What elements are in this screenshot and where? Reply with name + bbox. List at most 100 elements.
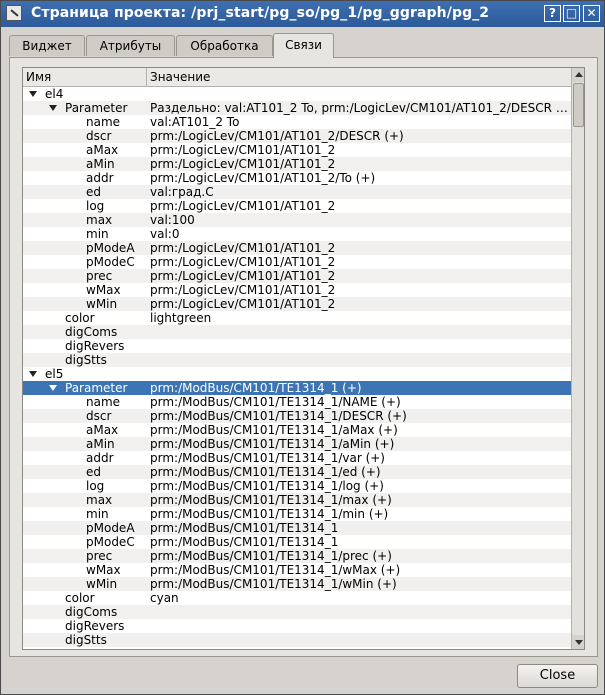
tree-row[interactable]: pModeA prm:/ModBus/CM101/TE1314_1 <box>23 521 571 535</box>
tree-row[interactable]: digRevers <box>23 339 571 353</box>
tree-row[interactable]: dscr prm:/LogicLev/CM101/AT101_2/DESCR (+… <box>23 129 571 143</box>
tree-row-value: prm:/ModBus/CM101/TE1314_1 (+) <box>150 381 362 395</box>
column-header-name[interactable]: Имя <box>23 68 147 86</box>
tree-row[interactable]: digStts <box>23 353 571 367</box>
scroll-down-icon[interactable] <box>572 635 584 649</box>
triangle-down-icon[interactable] <box>29 91 37 97</box>
tree-row-value: prm:/LogicLev/CM101/AT101_2 <box>150 241 336 255</box>
project-page-dialog: Страница проекта: /prj_start/pg_so/pg_1/… <box>0 0 605 695</box>
tree-row-name: Parameter <box>65 101 128 115</box>
tree-row[interactable]: dscr prm:/ModBus/CM101/TE1314_1/DESCR (+) <box>23 409 571 423</box>
tree-row[interactable]: digComs <box>23 605 571 619</box>
tree-row[interactable]: aMin prm:/LogicLev/CM101/AT101_2 <box>23 157 571 171</box>
scrollbar-thumb[interactable] <box>573 83 584 127</box>
tree-row[interactable]: color lightgreen <box>23 311 571 325</box>
tree-row-name: color <box>65 591 95 605</box>
tree-row-name: max <box>86 213 113 227</box>
tree-row-value: prm:/ModBus/CM101/TE1314_1/wMax (+) <box>150 563 401 577</box>
tree-row-name: digStts <box>65 353 107 367</box>
tree-row[interactable]: addr prm:/ModBus/CM101/TE1314_1/var (+) <box>23 451 571 465</box>
tree-row[interactable]: Parameter Раздельно: val:AT101_2 To, prm:… <box>23 101 571 115</box>
tree-row-name: aMin <box>86 157 115 171</box>
help-button[interactable]: ? <box>544 5 561 22</box>
tree-row[interactable]: aMin prm:/ModBus/CM101/TE1314_1/aMin (+) <box>23 437 571 451</box>
tree-row-value: prm:/LogicLev/CM101/AT101_2 <box>150 199 336 213</box>
tree-row[interactable]: min val:0 <box>23 227 571 241</box>
tree-row[interactable]: wMax prm:/ModBus/CM101/TE1314_1/wMax (+) <box>23 563 571 577</box>
tree-row[interactable]: digStts <box>23 633 571 647</box>
tree-row[interactable]: addr prm:/LogicLev/CM101/AT101_2/To (+) <box>23 171 571 185</box>
tree-row-value: val:0 <box>150 227 180 241</box>
tree-row-value: prm:/ModBus/CM101/TE1314_1/wMin (+) <box>150 577 397 591</box>
tree-row[interactable]: log prm:/LogicLev/CM101/AT101_2 <box>23 199 571 213</box>
column-header-value[interactable]: Значение <box>147 68 571 86</box>
tree-row[interactable]: prec prm:/ModBus/CM101/TE1314_1/prec (+) <box>23 549 571 563</box>
tree-row-name: wMax <box>86 283 121 297</box>
tree-row[interactable]: max prm:/ModBus/CM101/TE1314_1/max (+) <box>23 493 571 507</box>
tree-row-name: prec <box>86 549 113 563</box>
tree-row-name: ed <box>86 465 101 479</box>
tree-row[interactable]: aMax prm:/LogicLev/CM101/AT101_2 <box>23 143 571 157</box>
tree-row[interactable]: wMax prm:/LogicLev/CM101/AT101_2 <box>23 283 571 297</box>
tree-row[interactable]: wMin prm:/ModBus/CM101/TE1314_1/wMin (+) <box>23 577 571 591</box>
tree-row[interactable]: digRevers <box>23 619 571 633</box>
tree-row-name: pModeA <box>86 241 135 255</box>
tree-row-name: wMin <box>86 297 118 311</box>
tree-row[interactable]: pModeC prm:/ModBus/CM101/TE1314_1 <box>23 535 571 549</box>
tab-links[interactable]: Связи <box>273 33 334 58</box>
tree-row-value: prm:/ModBus/CM101/TE1314_1/prec (+) <box>150 549 392 563</box>
tree-row[interactable]: pModeC prm:/LogicLev/CM101/AT101_2 <box>23 255 571 269</box>
tree-row[interactable]: max val:100 <box>23 213 571 227</box>
tree-row-value: prm:/LogicLev/CM101/AT101_2 <box>150 157 336 171</box>
triangle-down-icon[interactable] <box>29 371 37 377</box>
tree-row-name: addr <box>86 171 114 185</box>
close-window-button[interactable]: ✕ <box>583 5 600 22</box>
tree-row[interactable]: Parameter prm:/ModBus/CM101/TE1314_1 (+) <box>23 381 571 395</box>
links-tree-view[interactable]: Имя Значение el4 Parameter Раздельно: val:… <box>22 67 585 650</box>
tree-row-value: prm:/LogicLev/CM101/AT101_2 <box>150 143 336 157</box>
tree-row[interactable]: aMax prm:/ModBus/CM101/TE1314_1/aMax (+) <box>23 423 571 437</box>
tree-row-value: prm:/ModBus/CM101/TE1314_1/aMin (+) <box>150 437 395 451</box>
maximize-button[interactable]: □ <box>563 5 580 22</box>
tab-widget[interactable]: Виджет <box>9 35 85 56</box>
title-bar[interactable]: Страница проекта: /prj_start/pg_so/pg_1/… <box>1 1 604 27</box>
tree-row[interactable]: el4 <box>23 87 571 101</box>
tree-row-name: aMin <box>86 437 115 451</box>
tree-row[interactable]: min prm:/ModBus/CM101/TE1314_1/min (+) <box>23 507 571 521</box>
tree-row-value: prm:/ModBus/CM101/TE1314_1/NAME (+) <box>150 395 401 409</box>
tree-row[interactable]: digComs <box>23 325 571 339</box>
triangle-down-icon[interactable] <box>49 105 57 111</box>
tree-row[interactable]: el5 <box>23 367 571 381</box>
tree-row-name: el5 <box>45 367 64 381</box>
close-button[interactable]: Close <box>517 664 598 688</box>
tree-row[interactable]: color cyan <box>23 591 571 605</box>
triangle-down-icon[interactable] <box>49 385 57 391</box>
tree-row-name: digComs <box>65 605 118 619</box>
tree-row-name: el4 <box>45 87 64 101</box>
tree-row[interactable]: log prm:/ModBus/CM101/TE1314_1/log (+) <box>23 479 571 493</box>
tree-row-name: name <box>86 115 121 129</box>
tree-row[interactable]: prec prm:/LogicLev/CM101/AT101_2 <box>23 269 571 283</box>
vertical-scrollbar[interactable] <box>571 68 584 649</box>
tree-row[interactable]: ed val:град.С <box>23 185 571 199</box>
tree-row-name: pModeC <box>86 255 135 269</box>
app-icon[interactable] <box>6 5 22 21</box>
tree-row[interactable]: name prm:/ModBus/CM101/TE1314_1/NAME (+) <box>23 395 571 409</box>
tree-row[interactable]: ed prm:/ModBus/CM101/TE1314_1/ed (+) <box>23 465 571 479</box>
tree-row[interactable]: pModeA prm:/LogicLev/CM101/AT101_2 <box>23 241 571 255</box>
tab-processing[interactable]: Обработка <box>176 35 273 56</box>
tree-row[interactable]: name val:AT101_2 To <box>23 115 571 129</box>
tree-row-name: pModeA <box>86 521 135 535</box>
tree-row-name: name <box>86 395 121 409</box>
tree-row-value: prm:/ModBus/CM101/TE1314_1/aMax (+) <box>150 423 398 437</box>
tree-row-name: min <box>86 507 109 521</box>
scroll-up-icon[interactable] <box>572 68 584 82</box>
tree-row-name: prec <box>86 269 113 283</box>
tree-row-name: digStts <box>65 633 107 647</box>
tree-row-name: color <box>65 311 95 325</box>
tab-attributes[interactable]: Атрибуты <box>86 35 175 56</box>
tree-row-name: wMax <box>86 563 121 577</box>
tree-row-value: prm:/ModBus/CM101/TE1314_1/min (+) <box>150 507 389 521</box>
tree-row-name: log <box>86 479 105 493</box>
tree-row[interactable]: wMin prm:/LogicLev/CM101/AT101_2 <box>23 297 571 311</box>
